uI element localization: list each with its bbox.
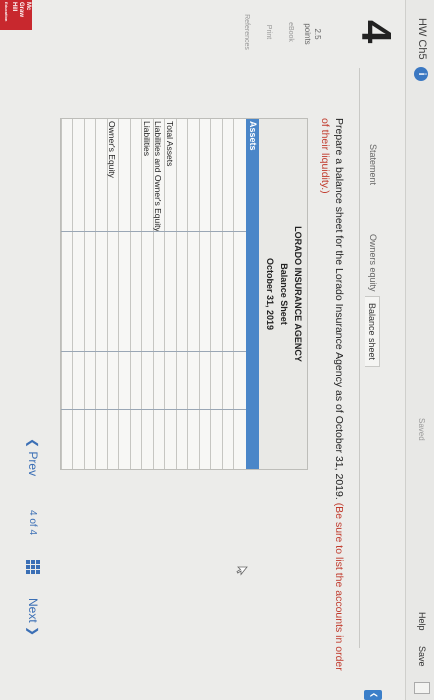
saved-status: Saved (417, 418, 426, 441)
table-row (199, 119, 212, 469)
photo-frame: HW Ch5 i Saved Help Save Mc Graw Hill Ed… (0, 0, 434, 700)
tab-owners-equity-label: Owners equity (368, 234, 378, 292)
table-row (61, 119, 74, 469)
save-button[interactable]: Save (417, 646, 427, 667)
balance-sheet-table: LORADO INSURANCE AGENCY Balance Sheet Oc… (60, 118, 308, 470)
references-link[interactable]: References (243, 4, 250, 60)
next-label: Next (26, 598, 40, 623)
assignment-page: HW Ch5 i Saved Help Save Mc Graw Hill Ed… (0, 0, 434, 700)
amount-input[interactable] (62, 352, 74, 408)
amount-input[interactable] (108, 352, 120, 408)
table-row: Owner's Equity (107, 119, 120, 469)
prev-label: Prev (26, 451, 40, 477)
cursor-icon (236, 566, 248, 576)
amount-input[interactable] (165, 352, 177, 408)
help-button[interactable]: Help (417, 612, 427, 631)
amount-input[interactable] (85, 352, 97, 408)
tab-owners-equity[interactable]: Owners equity (366, 228, 380, 298)
total-input[interactable] (119, 410, 131, 468)
instructions-text: Prepare a balance sheet for the Lorado I… (333, 118, 345, 500)
amount-input[interactable] (177, 352, 189, 408)
points-value: 2.5 (313, 28, 322, 40)
amount-input[interactable] (154, 352, 166, 408)
table-row (95, 119, 108, 469)
row-label: Liabilities and Owner's Equity (153, 121, 164, 232)
table-row (233, 119, 246, 469)
info-icon[interactable]: i (414, 67, 428, 81)
scroll-right-button[interactable]: ❮ (364, 690, 382, 700)
tab-balance-sheet[interactable]: Balance sheet (365, 296, 380, 368)
page-indicator: 4 of 4 (27, 510, 38, 535)
column-divider (61, 409, 246, 410)
total-input[interactable] (108, 410, 120, 468)
table-row (210, 119, 223, 469)
pagination-bar: ❮ Prev 4 of 4 Next ❯ (0, 0, 46, 700)
total-input[interactable] (165, 410, 177, 468)
amount-input[interactable] (96, 352, 108, 408)
table-row (130, 119, 143, 469)
balance-sheet-header: LORADO INSURANCE AGENCY Balance Sheet Oc… (258, 119, 307, 469)
tab-balance-sheet-label: Balance sheet (367, 303, 377, 361)
statement-date: October 31, 2019 (265, 257, 275, 331)
amount-input[interactable] (200, 352, 212, 408)
ebook-link[interactable]: eBook (287, 4, 294, 60)
row-label: Total Assets (165, 121, 175, 167)
table-row: Liabilities (141, 119, 154, 469)
amount-input[interactable] (119, 352, 131, 408)
total-input[interactable] (188, 410, 200, 468)
assets-header: Assets (248, 121, 258, 151)
table-row (176, 119, 189, 469)
total-input[interactable] (62, 410, 74, 468)
print-link[interactable]: Print (265, 4, 272, 60)
table-row (222, 119, 235, 469)
row-label: Liabilities (142, 121, 152, 156)
total-input[interactable] (73, 410, 85, 468)
amount-input[interactable] (223, 352, 235, 408)
page-total: 4 (27, 529, 38, 536)
amount-input[interactable] (142, 352, 154, 408)
amount-input[interactable] (211, 352, 223, 408)
question-grid-icon[interactable] (26, 560, 40, 574)
total-input[interactable] (154, 410, 166, 468)
amount-input[interactable] (131, 352, 143, 408)
total-input[interactable] (131, 410, 143, 468)
total-input[interactable] (234, 410, 246, 468)
document-icon[interactable] (414, 682, 430, 694)
table-row (72, 119, 85, 469)
amount-input[interactable] (73, 352, 85, 408)
column-divider (61, 351, 246, 352)
amount-input[interactable] (234, 352, 246, 408)
page-of: of (27, 518, 38, 527)
table-row (118, 119, 131, 469)
next-button[interactable]: Next ❯ (26, 598, 40, 636)
question-number: 4 (353, 20, 400, 44)
points-label: points (303, 23, 312, 45)
amount-input[interactable] (188, 352, 200, 408)
row-label: Owner's Equity (107, 121, 118, 178)
assets-header-band: Assets (246, 119, 259, 469)
top-bar: HW Ch5 i Saved Help Save (405, 0, 434, 700)
instructions: Prepare a balance sheet for the Lorado I… (318, 118, 346, 678)
total-input[interactable] (96, 410, 108, 468)
total-input[interactable] (142, 410, 154, 468)
company-name: LORADO INSURANCE AGENCY (293, 226, 303, 362)
table-row: Liabilities and Owner's Equity (153, 119, 166, 469)
tab-statement[interactable]: Statement (366, 138, 380, 191)
total-input[interactable] (177, 410, 189, 468)
question-tabs: Statement Owners equity Balance sheet (359, 68, 386, 648)
prev-button[interactable]: ❮ Prev (26, 438, 40, 476)
total-input[interactable] (223, 410, 235, 468)
total-input[interactable] (211, 410, 223, 468)
total-input[interactable] (85, 410, 97, 468)
column-divider (61, 231, 246, 232)
table-row: Total Assets (164, 119, 177, 469)
points-block: 2.5 points (302, 14, 322, 54)
statement-title: Balance Sheet (279, 263, 289, 325)
table-row (84, 119, 97, 469)
page-current: 4 (27, 510, 38, 516)
total-input[interactable] (200, 410, 212, 468)
table-row (187, 119, 200, 469)
assignment-title: HW Ch5 (416, 18, 428, 60)
